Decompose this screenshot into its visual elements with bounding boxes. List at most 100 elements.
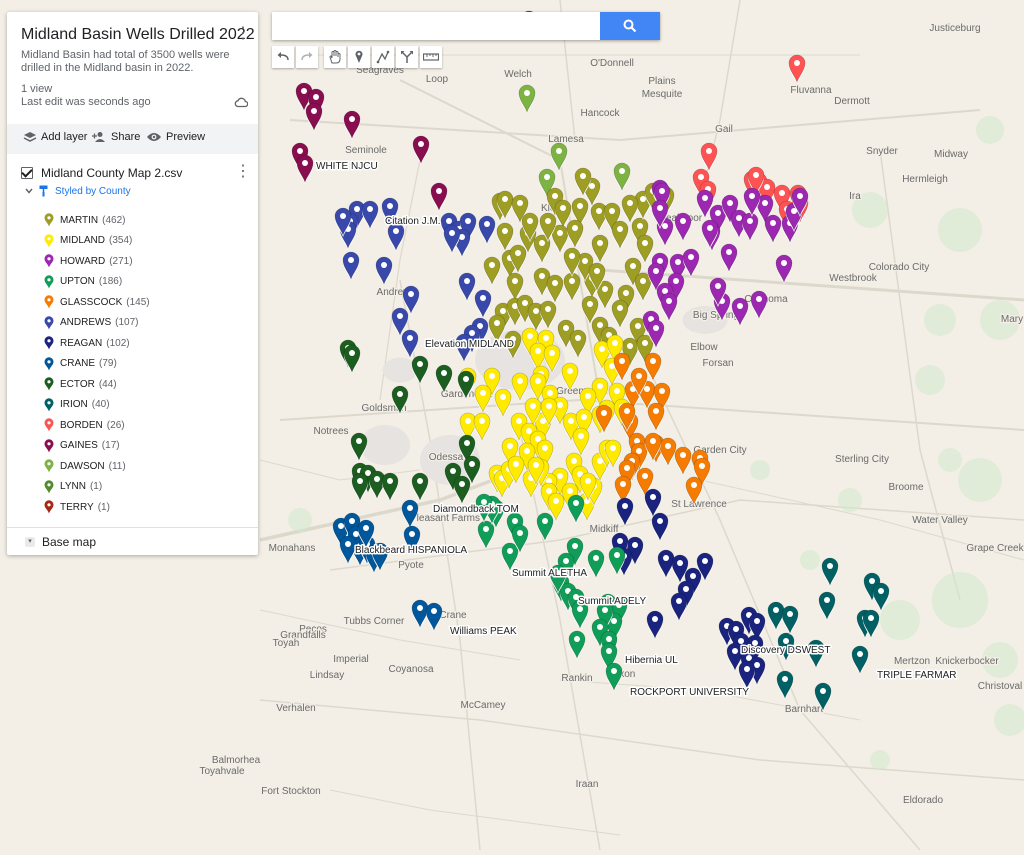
add-layer-button[interactable]: Add layer [23,131,87,143]
legend-item[interactable]: HOWARD (271) [44,251,150,272]
legend-count: (271) [109,255,133,267]
well-label: Diamondback TOM [433,504,519,515]
town-label: Welch [504,69,532,80]
legend-count: (1) [97,501,110,513]
legend-item[interactable]: IRION (40) [44,395,150,416]
legend-item[interactable]: ECTOR (44) [44,374,150,395]
legend-count: (107) [115,317,139,329]
town-label: McCamey [460,700,505,711]
draw-line-button[interactable] [372,46,394,68]
legend-county-name: ANDREWS [60,317,112,329]
well-label: Hibernia UL [625,655,678,666]
legend-count: (102) [106,337,130,349]
paint-roller-icon [39,185,48,197]
legend-count: (11) [108,460,126,472]
town-label: Verhalen [276,703,315,714]
legend-item[interactable]: MIDLAND (354) [44,231,150,252]
well-label: TRIPLE FARMAR [877,670,956,681]
town-label: Grape Creek [966,543,1024,554]
measure-button[interactable] [420,46,442,68]
marker-icon [44,234,54,248]
legend-item[interactable]: REAGAN (102) [44,333,150,354]
town-label: Midway [934,149,968,160]
marker-icon [44,377,54,391]
search-button[interactable] [600,12,660,40]
layer-visibility-checkbox[interactable] [21,167,33,179]
legend-item[interactable]: TERRY (1) [44,497,150,518]
redo-button[interactable] [296,46,318,68]
legend-count: (354) [109,235,133,247]
town-label: O'Donnell [590,58,634,69]
legend-count: (145) [126,296,150,308]
marker-icon [44,254,54,268]
expand-icon[interactable]: ▾ [25,537,35,547]
marker-icon [44,439,54,453]
marker-icon [44,316,54,330]
town-label: Water Valley [912,515,968,526]
add-marker-button[interactable] [348,46,370,68]
town-label: Midkiff [590,524,619,535]
legend-count: (462) [102,214,126,226]
marker-icon [44,459,54,473]
marker-icon [355,50,363,63]
town-label: Iraan [576,779,599,790]
legend-count: (79) [99,358,117,370]
last-edit-status: Last edit was seconds ago [21,96,151,108]
legend-county-name: UPTON [60,276,95,288]
map-options-icon[interactable]: ⋮ [235,26,251,42]
legend-item[interactable]: UPTON (186) [44,272,150,293]
map-title: Midland Basin Wells Drilled 2022 [21,26,255,43]
share-label: Share [111,131,141,143]
well-label: ROCKPORT UNIVERSITY [630,687,749,698]
legend-item[interactable]: ANDREWS (107) [44,313,150,334]
town-label: Mary [1001,314,1023,325]
layer-name: Midland County Map 2.csv [41,166,183,180]
legend-item[interactable]: GAINES (17) [44,436,150,457]
directions-button[interactable] [396,46,418,68]
town-label: Snyder [866,146,898,157]
legend-county-name: CRANE [60,358,96,370]
town-label: Seminole [345,145,387,156]
legend-county-name: GLASSCOCK [60,296,123,308]
layer-toolbar: Add layer Share Preview [7,124,258,154]
preview-button[interactable]: Preview [146,131,205,143]
redo-icon [301,52,313,61]
share-button[interactable]: Share [91,131,140,143]
well-label: Blackbeard HISPANIOLA [355,545,467,556]
eye-icon [147,133,161,141]
town-label: Dermott [834,96,870,107]
base-map-section[interactable]: ▾ Base map [7,527,258,556]
well-label: Summit ADELY [578,596,646,607]
layer-header: Midland County Map 2.csv [21,164,246,182]
legend-item[interactable]: MARTIN (462) [44,210,150,231]
legend-item[interactable]: BORDEN (26) [44,415,150,436]
legend-count: (40) [91,399,110,411]
legend-item[interactable]: DAWSON (11) [44,456,150,477]
map-toolbar [272,46,444,68]
undo-button[interactable] [272,46,294,68]
chevron-down-icon[interactable] [25,188,33,194]
legend-count: (186) [98,276,123,288]
pan-tool-button[interactable] [324,46,346,68]
town-label: Fluvanna [790,85,832,96]
town-label: Justiceburg [929,23,980,34]
town-label: Ira [849,191,861,202]
legend-item[interactable]: CRANE (79) [44,354,150,375]
legend-county-name: MARTIN [60,214,99,226]
legend-county-name: REAGAN [60,337,103,349]
legend-item[interactable]: LYNN (1) [44,477,150,498]
cloud-saved-icon [234,97,248,108]
town-label: Monahans [269,543,316,554]
ruler-icon [423,53,439,61]
layer-options-icon[interactable]: ⋮ [235,164,251,180]
town-label: Toyahvale [199,766,244,777]
marker-icon [44,275,54,289]
add-layer-label: Add layer [41,131,88,143]
styled-by-link[interactable]: Styled by County [25,185,131,197]
map-description: Midland Basin had total of 3500 wells we… [21,49,230,74]
town-label: Rankin [561,673,592,684]
search-input[interactable] [272,12,608,40]
legend-item[interactable]: GLASSCOCK (145) [44,292,150,313]
styled-by-label: Styled by County [55,185,131,197]
town-label: Big Spring [693,310,739,321]
